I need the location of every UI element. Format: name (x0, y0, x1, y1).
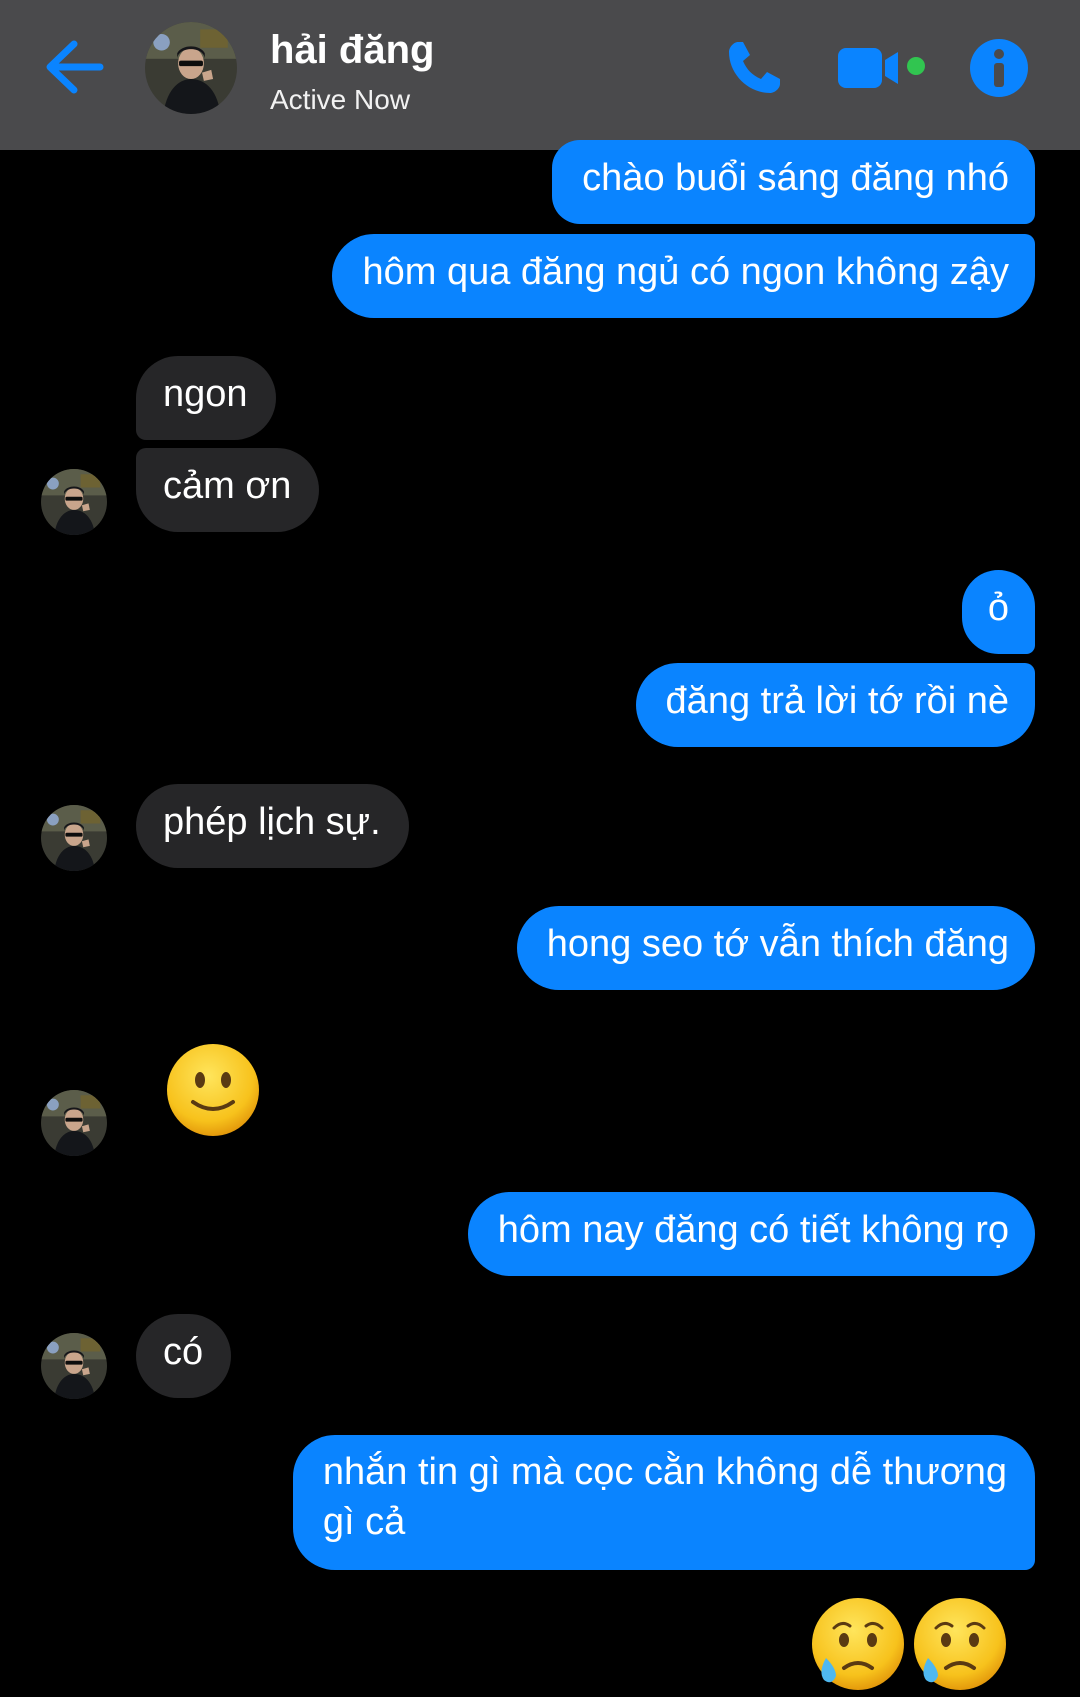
video-call-button[interactable] (838, 44, 928, 92)
message-bubble-outgoing[interactable]: nhắn tin gì mà cọc cằn không dễ thương g… (292, 1435, 1035, 1570)
message-bubble-incoming[interactable]: ngon (136, 356, 276, 440)
message-bubble-outgoing[interactable]: chào buổi sáng đăng nhó (552, 140, 1035, 224)
contact-status: Active Now (270, 84, 411, 115)
message-bubble-outgoing[interactable]: hôm nay đăng có tiết không rọ (467, 1192, 1035, 1276)
contact-avatar[interactable] (145, 22, 237, 114)
message-line: nhắn tin gì mà cọc cằn không dễ thương (322, 1451, 1007, 1493)
sad-but-relieved-face-emoji[interactable] (810, 1596, 906, 1697)
video-camera-icon (838, 48, 925, 88)
message-bubble-outgoing[interactable]: đăng trả lời tớ rồi nè (635, 663, 1035, 747)
message-bubble-incoming[interactable]: phép lịch sự. (136, 784, 409, 868)
back-arrow-icon (46, 40, 104, 94)
sad-but-relieved-face-emoji[interactable] (912, 1596, 1008, 1697)
contact-avatar-small[interactable] (41, 1333, 107, 1399)
contact-name[interactable]: hải đăng (270, 28, 434, 73)
slightly-smiling-face-emoji[interactable] (165, 1042, 261, 1143)
voice-call-button[interactable] (724, 38, 784, 98)
info-button[interactable] (968, 37, 1030, 99)
message-line: gì cả (322, 1501, 406, 1543)
message-bubble-outgoing[interactable]: hôm qua đăng ngủ có ngon không zậy (332, 234, 1035, 318)
message-bubble-incoming[interactable]: có (136, 1314, 232, 1398)
chat-header: hải đăng Active Now (0, 0, 1080, 150)
message-bubble-incoming[interactable]: cảm ơn (136, 448, 320, 532)
info-icon (970, 39, 1028, 97)
message-bubble-outgoing[interactable]: ỏ (961, 570, 1035, 654)
phone-icon (729, 42, 780, 93)
contact-avatar-small[interactable] (41, 469, 107, 535)
back-button[interactable] (40, 36, 110, 98)
contact-avatar-small[interactable] (41, 805, 107, 871)
message-bubble-outgoing[interactable]: hong seo tớ vẫn thích đăng (516, 906, 1035, 990)
contact-avatar-small[interactable] (41, 1090, 107, 1156)
